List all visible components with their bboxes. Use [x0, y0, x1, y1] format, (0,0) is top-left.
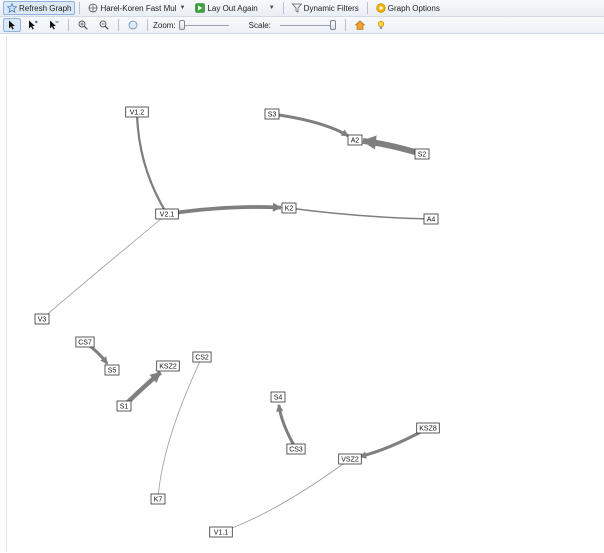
graph-node[interactable]: KSZ2 — [156, 360, 180, 372]
graph-edge[interactable] — [157, 356, 203, 500]
graph-node[interactable]: CS3 — [286, 443, 306, 455]
graph-node-label: VSZ2 — [341, 457, 359, 464]
graph-node-label: V1.2 — [130, 110, 145, 117]
graph-node-label: V3 — [38, 317, 47, 324]
graph-node[interactable]: CS7 — [75, 336, 95, 348]
graph-node-label: V2.1 — [160, 212, 175, 219]
edge-arrowhead — [272, 202, 283, 212]
graph-node-label: CS2 — [195, 355, 209, 362]
graph-edge[interactable] — [135, 111, 168, 215]
graph-node[interactable]: V2.1 — [155, 208, 179, 220]
graph-node-label: S4 — [274, 395, 283, 402]
graph-node[interactable]: K2 — [281, 202, 297, 214]
graph-node-label: KSZ2 — [159, 364, 177, 371]
graph-node-label: S5 — [108, 368, 117, 375]
graph-node-label: A4 — [427, 217, 436, 224]
graph-node[interactable]: S1 — [116, 400, 132, 412]
graph-edge[interactable] — [288, 207, 432, 220]
graph-node[interactable]: K7 — [150, 493, 166, 505]
graph-node[interactable]: V1.1 — [209, 526, 233, 538]
graph-node[interactable]: V3 — [34, 313, 50, 325]
nodes-layer: V1.2 S3 A2 S2 V2.1 K2 A4 V3 CS7 S5 KSZ2 CS2 S1 S4 CS3 K… — [34, 106, 440, 538]
graph-edge[interactable] — [271, 112, 349, 138]
graph-node-label: A2 — [351, 138, 360, 145]
graph-node-label: KSZ8 — [419, 426, 437, 433]
graph-node[interactable]: VSZ2 — [338, 453, 362, 465]
graph-node[interactable]: S2 — [414, 148, 430, 160]
graph-edge[interactable] — [41, 213, 168, 320]
graph-node-label: S3 — [268, 112, 277, 119]
graph-node-label: K2 — [285, 206, 294, 213]
graph-node[interactable]: S5 — [104, 364, 120, 376]
graph-node[interactable]: A4 — [423, 213, 439, 225]
graph-node-label: S1 — [120, 404, 129, 411]
graph-edge[interactable] — [277, 404, 298, 450]
edges-layer — [41, 111, 432, 533]
graph-node-label: V1.1 — [214, 530, 229, 537]
graph-view[interactable]: V1.2 S3 A2 S2 V2.1 K2 A4 V3 CS7 S5 KSZ2 CS2 S1 S4 CS3 K… — [0, 0, 604, 553]
graph-node[interactable]: KSZ8 — [416, 422, 440, 434]
graph-node[interactable]: S3 — [264, 108, 280, 120]
graph-node-label: S2 — [418, 152, 427, 159]
graph-node[interactable]: V1.2 — [125, 106, 149, 118]
graph-edge[interactable] — [220, 458, 351, 533]
graph-node-label: CS3 — [289, 447, 303, 454]
graph-node-label: CS7 — [78, 340, 92, 347]
graph-node[interactable]: CS2 — [192, 351, 212, 363]
graph-node[interactable]: A2 — [347, 134, 363, 146]
graph-node[interactable]: S4 — [270, 391, 286, 403]
graph-node-label: K7 — [154, 497, 163, 504]
graph-edge[interactable] — [166, 205, 282, 216]
